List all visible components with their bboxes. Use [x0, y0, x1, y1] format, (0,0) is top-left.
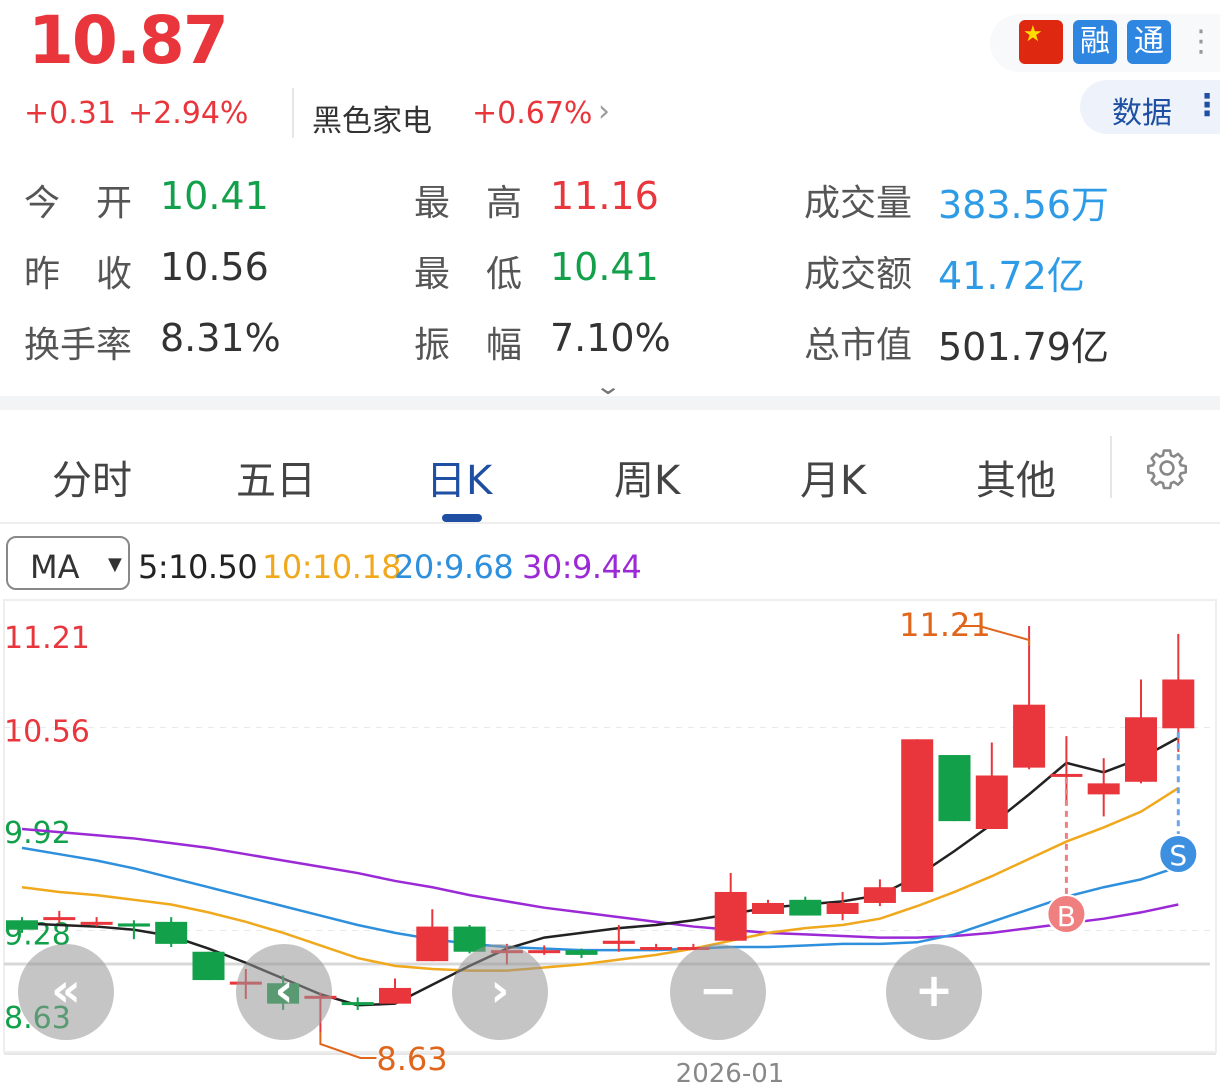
- candle-body: [752, 902, 784, 914]
- tab-other[interactable]: 其他: [976, 448, 1056, 506]
- candle-body: [117, 923, 150, 927]
- volume-label: 成交量: [804, 183, 913, 224]
- candle-body: [1050, 773, 1083, 777]
- candle-body: [863, 887, 896, 903]
- scroll-right-icon[interactable]: ›: [452, 944, 548, 1040]
- amount-label: 成交额: [804, 254, 913, 295]
- amplitude-label: 振 幅: [414, 325, 523, 366]
- active-tab-indicator: [442, 514, 482, 522]
- candle-body: [43, 917, 76, 921]
- stock-connect-badge[interactable]: 通: [1127, 20, 1171, 64]
- candle-body: [565, 950, 598, 955]
- turnover-label: 换手率: [24, 325, 133, 366]
- zoom-out-icon[interactable]: −: [670, 944, 766, 1040]
- mktcap-label: 总市值: [804, 325, 913, 366]
- tab-divider: [1110, 436, 1112, 498]
- buy-marker-label: B: [1057, 900, 1076, 933]
- price-change-pct: +2.94%: [128, 96, 249, 131]
- volume-value: 383.56万: [938, 183, 1109, 227]
- high-label: 最 高: [414, 183, 523, 224]
- candle-body: [640, 947, 673, 951]
- caret-down-icon[interactable]: ▼: [108, 554, 122, 575]
- gear-icon[interactable]: [1145, 446, 1189, 490]
- candle-body: [341, 1002, 374, 1006]
- tab-weekly-k[interactable]: 周K: [614, 448, 680, 506]
- candle-body: [80, 921, 113, 925]
- candle-body: [528, 950, 561, 954]
- prev-close-label: 昨 收: [24, 254, 133, 295]
- ma10-value: 10:10.18: [262, 548, 402, 586]
- scroll-fast-left-icon[interactable]: «: [18, 944, 114, 1040]
- ma20-line: [21, 846, 1179, 952]
- sector-name[interactable]: 黑色家电: [312, 96, 432, 140]
- amount-value: 41.72亿: [938, 254, 1085, 298]
- mktcap-value: 501.79亿: [938, 325, 1109, 369]
- current-price: 10.87: [28, 2, 229, 79]
- prev-close-value: 10.56: [160, 245, 269, 289]
- max-annotation-label: 11.21: [899, 606, 991, 644]
- tab-daily-k[interactable]: 日K: [426, 448, 492, 506]
- ma30-value: 30:9.44: [522, 548, 642, 586]
- candle-body: [416, 926, 449, 962]
- candle-body: [1087, 783, 1120, 795]
- sell-marker-label: S: [1169, 839, 1187, 872]
- tab-intraday[interactable]: 分时: [52, 448, 132, 506]
- x-axis-label: 2026-01: [676, 1059, 785, 1085]
- kline-chart[interactable]: 11.2110.569.929.288.6311.218.63BS2026-01: [0, 598, 1220, 1085]
- candle-body: [6, 920, 38, 930]
- candle-body: [1013, 704, 1046, 768]
- candle-body: [1125, 717, 1157, 782]
- zoom-in-icon[interactable]: +: [886, 944, 982, 1040]
- indicator-select-label[interactable]: MA: [30, 548, 80, 586]
- candle-body: [975, 775, 1008, 829]
- low-value: 10.41: [550, 245, 659, 289]
- candle-body: [826, 902, 859, 914]
- low-label: 最 低: [414, 254, 523, 295]
- section-divider: [0, 396, 1220, 410]
- candle-body: [1162, 679, 1195, 729]
- candle-body: [901, 739, 934, 892]
- more-options-icon[interactable]: ⋮: [1186, 22, 1216, 62]
- sector-change[interactable]: +0.67%: [472, 96, 592, 131]
- y-axis-label: 10.56: [4, 715, 90, 750]
- y-axis-label: 11.21: [4, 621, 90, 656]
- flag-star: ★: [1023, 22, 1043, 47]
- margin-trading-badge[interactable]: 融: [1073, 20, 1117, 64]
- candle-body: [602, 940, 635, 944]
- candle-body: [789, 899, 822, 916]
- china-flag-icon: ★: [1019, 20, 1063, 64]
- header-divider: [292, 88, 294, 138]
- high-value: 11.16: [550, 174, 659, 218]
- amplitude-value: 7.10%: [550, 316, 671, 360]
- ma20-value: 20:9.68: [394, 548, 514, 586]
- tab-monthly-k[interactable]: 月K: [800, 448, 866, 506]
- tab-five-day[interactable]: 五日: [236, 448, 316, 506]
- data-button-label[interactable]: 数据: [1112, 88, 1172, 132]
- candle-body: [155, 921, 188, 944]
- min-annotation-label: 8.63: [376, 1040, 447, 1078]
- candle-body: [938, 755, 971, 822]
- candle-body: [192, 951, 225, 981]
- open-value: 10.41: [160, 174, 269, 218]
- chevron-right-icon[interactable]: ›: [598, 94, 610, 129]
- candle-body: [379, 987, 411, 1004]
- data-more-icon[interactable]: ⋮: [1192, 86, 1220, 126]
- ma5-value: 5:10.50: [138, 548, 258, 586]
- open-label: 今 开: [24, 183, 133, 224]
- candle-body: [714, 891, 747, 941]
- chart-frame: [3, 599, 1217, 1053]
- price-change: +0.31: [24, 96, 116, 131]
- turnover-value: 8.31%: [160, 316, 281, 360]
- scroll-left-icon[interactable]: ‹: [236, 944, 332, 1040]
